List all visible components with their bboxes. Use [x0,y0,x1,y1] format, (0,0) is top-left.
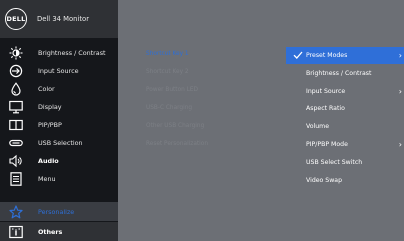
menu-item-brightness-contrast[interactable]: Brightness / Contrast [0,44,118,62]
usb-icon [9,136,23,150]
svg-text:i: i [15,228,18,237]
others-icon: i [9,225,23,239]
option-input-source[interactable]: Input Source › [286,83,404,100]
menu-label: Others [38,227,63,236]
menu-item-audio[interactable]: Audio [0,152,118,170]
menu-label: PIP/PBP [38,121,62,129]
option-usb-select-switch[interactable]: USB Select Switch [286,154,404,171]
menu-item-menu[interactable]: Menu [0,170,118,188]
audio-icon [9,154,23,168]
dell-logo: DELL [5,8,27,30]
option-label: PIP/PBP Mode [306,141,348,148]
option-label: Video Swap [306,177,343,184]
color-icon [9,82,23,96]
check-icon [293,51,303,59]
chevron-right-icon: › [398,51,402,60]
option-video-swap[interactable]: Video Swap [286,172,404,189]
chevron-right-icon: › [398,140,402,149]
option-pip-pbp-mode[interactable]: PIP/PBP Mode › [286,136,404,153]
pip-pbp-icon [9,118,23,132]
menu-item-others[interactable]: i Others [0,222,118,241]
menu-label: Audio [38,157,59,165]
submenu-item-usb-c-charging[interactable]: USB-C Charging [146,105,192,111]
menu-label: Personalize [38,207,75,216]
submenu-item-power-button-led[interactable]: Power Button LED [146,87,198,93]
option-label: Volume [306,123,330,130]
menu-item-color[interactable]: Color [0,80,118,98]
menu-label: Brightness / Contrast [38,49,106,57]
menu-icon [9,172,23,186]
option-label: Input Source [306,88,346,95]
menu-item-personalize[interactable]: Personalize [0,202,118,221]
option-volume[interactable]: Volume [286,118,404,135]
display-icon [9,100,23,114]
monitor-title: Dell 34 Monitor [37,15,89,23]
option-aspect-ratio[interactable]: Aspect Ratio [286,100,404,117]
star-icon [9,204,23,219]
osd-header: DELL Dell 34 Monitor [0,0,118,38]
submenu-item-other-usb-charging[interactable]: Other USB Charging [146,123,204,129]
menu-item-input-source[interactable]: Input Source [0,62,118,80]
option-brightness-contrast[interactable]: Brightness / Contrast [286,65,404,82]
option-label: USB Select Switch [306,159,363,166]
option-preset-modes[interactable]: Preset Modes › [286,47,404,64]
menu-label: Color [38,85,55,93]
brightness-icon [9,46,23,60]
menu-item-usb-selection[interactable]: USB Selection [0,134,118,152]
input-source-icon [9,64,23,78]
monitor-osd: DELL Dell 34 Monitor Brightness / Contra… [0,0,404,241]
option-label: Preset Modes [306,52,348,59]
menu-label: Input Source [38,67,79,75]
menu-label: Display [38,103,62,111]
option-label: Brightness / Contrast [306,70,372,77]
menu-item-display[interactable]: Display [0,98,118,116]
submenu-item-reset-personalization[interactable]: Reset Personalization [146,141,208,147]
submenu-item-shortcut-key-1[interactable]: Shortcut Key 1 [146,51,189,57]
chevron-right-icon: › [398,87,402,96]
menu-label: Menu [38,175,56,183]
menu-item-pip-pbp[interactable]: PIP/PBP [0,116,118,134]
main-menu: DELL Dell 34 Monitor Brightness / Contra… [0,0,118,241]
submenu-panel: Shortcut Key 1 Shortcut Key 2 Power Butt… [118,0,286,241]
options-panel: Preset Modes › Brightness / Contrast Inp… [286,0,404,241]
submenu-item-shortcut-key-2[interactable]: Shortcut Key 2 [146,69,189,75]
option-label: Aspect Ratio [306,105,345,112]
menu-label: USB Selection [38,139,83,147]
